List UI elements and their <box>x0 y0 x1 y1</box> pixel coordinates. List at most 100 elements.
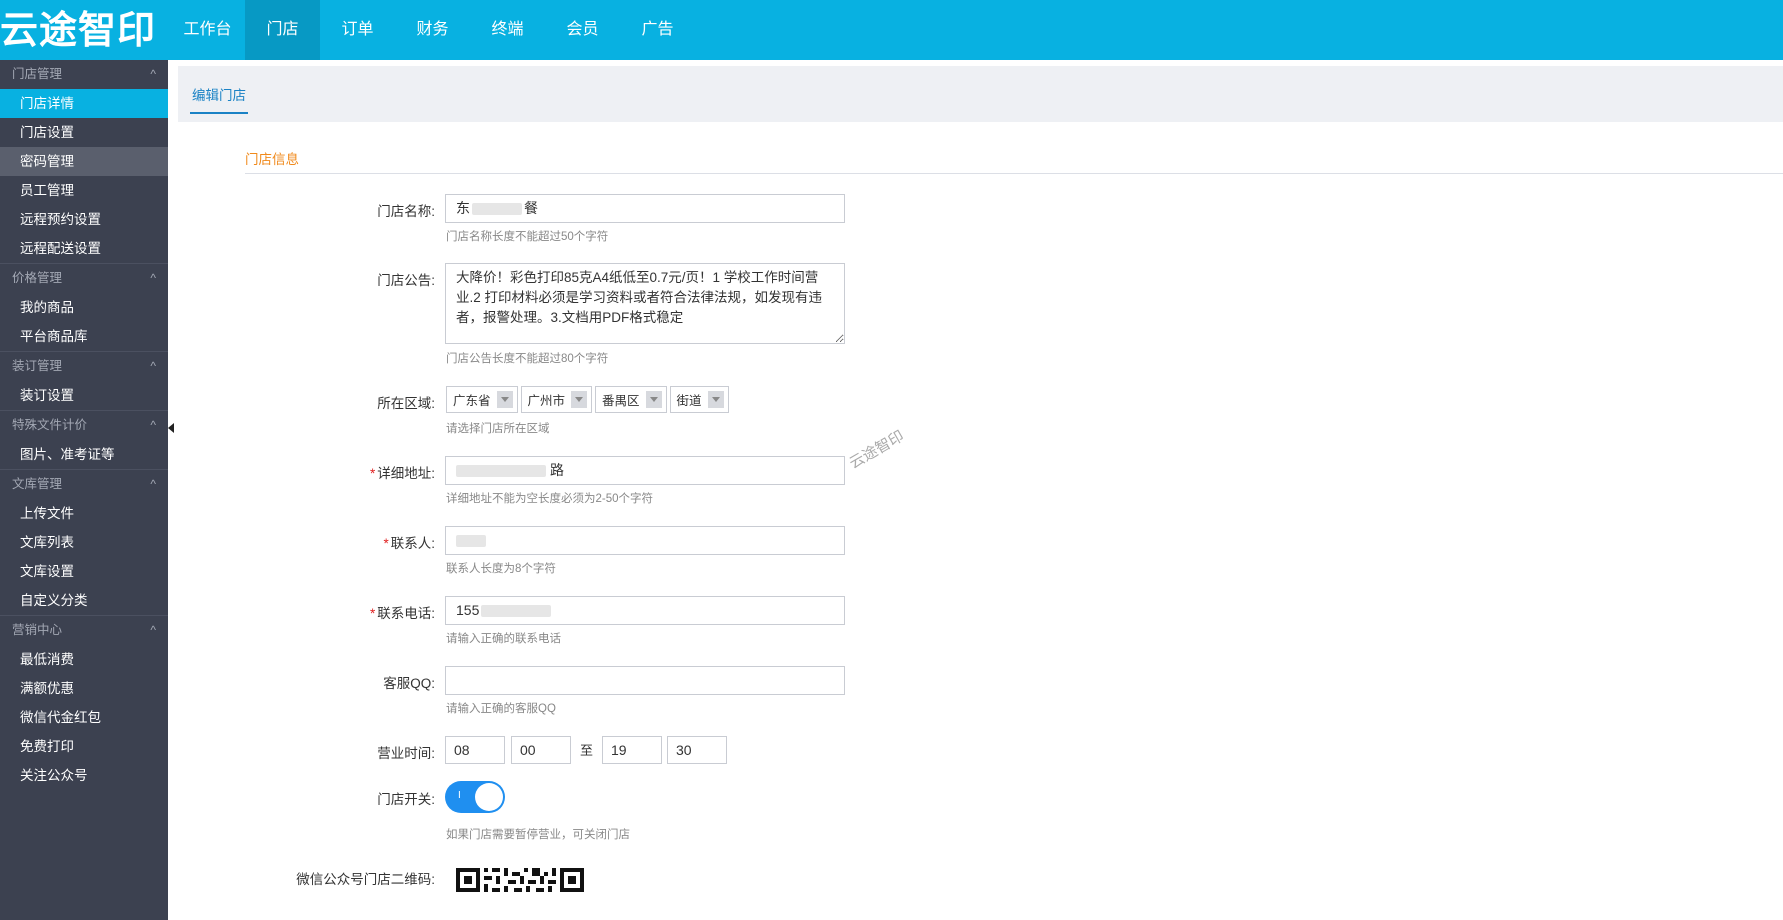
hours-label: 营业时间: <box>377 746 435 761</box>
tab-edit-store[interactable]: 编辑门店 <box>190 84 248 114</box>
sidebar-item-follow-account[interactable]: 关注公众号 <box>0 761 168 790</box>
sidebar-item-upload-file[interactable]: 上传文件 <box>0 499 168 528</box>
contact-hint: 联系人长度为8个字符 <box>446 563 556 575</box>
province-select[interactable]: 广东省 <box>446 386 518 413</box>
redacted-text <box>456 535 486 548</box>
open-hour-input[interactable]: 08 <box>445 736 505 764</box>
contact-input[interactable] <box>445 526 845 555</box>
chevron-up-icon: ^ <box>150 418 156 432</box>
dropdown-arrow-icon <box>707 391 724 408</box>
city-select[interactable]: 广州市 <box>520 386 593 413</box>
sidebar-collapse-icon[interactable] <box>168 423 174 433</box>
sidebar-group-library: 文库管理 ^ 上传文件 文库列表 文库设置 自定义分类 <box>0 469 168 615</box>
sidebar-item-store-detail[interactable]: 门店详情 <box>0 89 168 118</box>
dropdown-arrow-icon <box>496 391 513 408</box>
region-hint: 请选择门店所在区域 <box>446 423 550 435</box>
store-name-value-prefix: 东 <box>456 200 470 216</box>
store-name-label: 门店名称: <box>377 204 435 219</box>
chevron-up-icon: ^ <box>150 359 156 373</box>
sidebar-group-special-pricing: 特殊文件计价 ^ 图片、准考证等 <box>0 410 168 469</box>
dropdown-arrow-icon <box>645 391 662 408</box>
app-logo: 云途智印 <box>0 8 157 52</box>
nav-members[interactable]: 会员 <box>545 0 620 60</box>
store-notice-label: 门店公告: <box>377 273 435 288</box>
city-value: 广州市 <box>527 394 566 408</box>
sidebar-group-header[interactable]: 价格管理 ^ <box>0 264 168 293</box>
sidebar-group-header[interactable]: 特殊文件计价 ^ <box>0 411 168 440</box>
close-hour-input[interactable]: 19 <box>602 736 662 764</box>
sidebar-group-title: 文库管理 <box>12 477 63 491</box>
phone-input[interactable]: 155 <box>445 596 845 625</box>
nav-store[interactable]: 门店 <box>245 0 320 60</box>
phone-label: * 联系电话: <box>175 602 435 622</box>
nav-finance[interactable]: 财务 <box>395 0 470 60</box>
sidebar-item-my-products[interactable]: 我的商品 <box>0 293 168 322</box>
sidebar-item-store-settings[interactable]: 门店设置 <box>0 118 168 147</box>
sidebar-group-title: 营销中心 <box>12 623 63 637</box>
district-value: 番禺区 <box>602 394 640 408</box>
store-name-input[interactable]: 东餐 <box>445 194 845 223</box>
district-select[interactable]: 番禺区 <box>595 386 667 413</box>
sidebar-group-store: 门店管理 ^ 门店详情 门店设置 密码管理 员工管理 远程预约设置 远程配送设置 <box>0 60 168 263</box>
sidebar-item-wechat-coupon[interactable]: 微信代金红包 <box>0 703 168 732</box>
sidebar-item-library-list[interactable]: 文库列表 <box>0 528 168 557</box>
sidebar-item-min-spend[interactable]: 最低消费 <box>0 645 168 674</box>
store-switch-hint: 如果门店需要暂停营业，可关闭门店 <box>446 829 630 841</box>
sidebar-group-header[interactable]: 文库管理 ^ <box>0 470 168 499</box>
store-open-toggle[interactable]: I <box>445 781 505 813</box>
sidebar-item-remote-booking[interactable]: 远程预约设置 <box>0 205 168 234</box>
sidebar-group-title: 装订管理 <box>12 359 63 373</box>
sidebar-group-header[interactable]: 门店管理 ^ <box>0 60 168 89</box>
qr-label: 微信公众号门店二维码: <box>296 872 435 887</box>
chevron-up-icon: ^ <box>150 477 156 491</box>
store-switch-label: 门店开关: <box>377 792 435 807</box>
nav-ads[interactable]: 广告 <box>620 0 695 60</box>
store-notice-textarea[interactable]: 大降价！彩色打印85克A4纸低至0.7元/页！1 学校工作时间营业.2 打印材料… <box>445 263 845 344</box>
address-hint: 详细地址不能为空长度必须为2-50个字符 <box>446 493 654 505</box>
main-nav: 工作台 门店 订单 财务 终端 会员 广告 <box>170 0 695 60</box>
sidebar-group-header[interactable]: 营销中心 ^ <box>0 616 168 645</box>
region-selects: 广东省 广州市 番禺区 街道 <box>446 386 729 413</box>
street-select[interactable]: 街道 <box>669 386 729 413</box>
close-minute-input[interactable]: 30 <box>667 736 727 764</box>
chevron-up-icon: ^ <box>150 623 156 637</box>
sidebar-item-binding-settings[interactable]: 装订设置 <box>0 381 168 410</box>
sidebar-item-staff[interactable]: 员工管理 <box>0 176 168 205</box>
sidebar-item-full-discount[interactable]: 满额优惠 <box>0 674 168 703</box>
required-mark: * <box>369 466 376 481</box>
sidebar-item-free-print[interactable]: 免费打印 <box>0 732 168 761</box>
required-mark: * <box>369 606 376 621</box>
nav-terminal[interactable]: 终端 <box>470 0 545 60</box>
address-value-suffix: 路 <box>550 462 564 478</box>
nav-orders[interactable]: 订单 <box>320 0 395 60</box>
address-label-text: 详细地址: <box>377 466 435 481</box>
sidebar-group-binding: 装订管理 ^ 装订设置 <box>0 351 168 410</box>
dropdown-arrow-icon <box>571 391 588 408</box>
sidebar-item-library-settings[interactable]: 文库设置 <box>0 557 168 586</box>
store-name-hint: 门店名称长度不能超过50个字符 <box>446 231 609 243</box>
province-value: 广东省 <box>453 394 491 408</box>
address-label: * 详细地址: <box>175 462 435 482</box>
nav-workbench[interactable]: 工作台 <box>170 0 245 60</box>
top-bar: 云途智印 工作台 门店 订单 财务 终端 会员 广告 <box>0 0 1783 60</box>
phone-hint: 请输入正确的联系电话 <box>446 633 561 645</box>
sidebar-item-platform-products[interactable]: 平台商品库 <box>0 322 168 351</box>
qq-label: 客服QQ: <box>383 676 435 691</box>
sidebar-item-password[interactable]: 密码管理 <box>0 147 168 176</box>
street-value: 街道 <box>676 394 702 408</box>
redacted-text <box>472 203 522 216</box>
open-minute-input[interactable]: 00 <box>511 736 571 764</box>
sidebar-item-custom-category[interactable]: 自定义分类 <box>0 586 168 615</box>
qq-input[interactable] <box>445 666 845 695</box>
redacted-text <box>456 465 546 478</box>
hours-separator: 至 <box>580 743 594 758</box>
sidebar: 门店管理 ^ 门店详情 门店设置 密码管理 员工管理 远程预约设置 远程配送设置 … <box>0 60 168 920</box>
chevron-up-icon: ^ <box>150 271 156 285</box>
address-input[interactable]: 路 <box>445 456 845 485</box>
required-mark: * <box>383 536 389 551</box>
toggle-on-text: I <box>458 790 461 801</box>
chevron-up-icon: ^ <box>150 67 156 81</box>
sidebar-group-header[interactable]: 装订管理 ^ <box>0 352 168 381</box>
sidebar-item-images-tickets[interactable]: 图片、准考证等 <box>0 440 168 469</box>
sidebar-item-remote-delivery[interactable]: 远程配送设置 <box>0 234 168 263</box>
